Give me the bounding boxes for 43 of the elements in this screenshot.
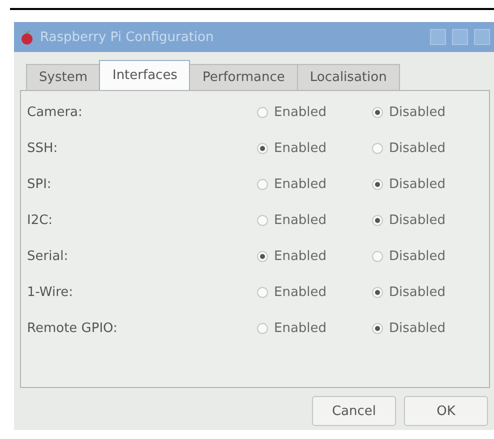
setting-label: Serial: xyxy=(26,248,70,264)
setting-label: 1-Wire: xyxy=(26,284,74,300)
setting-label: Remote GPIO: xyxy=(26,320,118,336)
radio-button[interactable] xyxy=(372,322,383,334)
radio-option[interactable]: Disabled xyxy=(372,140,489,156)
radio-button[interactable] xyxy=(257,214,268,226)
radio-button[interactable] xyxy=(372,286,383,298)
raspberry-icon xyxy=(20,29,34,45)
radio-button[interactable] xyxy=(257,286,268,298)
radio-option[interactable]: Enabled xyxy=(257,212,372,228)
setting-label: SSH: xyxy=(26,140,59,156)
radio-button[interactable] xyxy=(257,250,268,262)
radio-option[interactable]: Enabled xyxy=(257,284,372,300)
radio-button[interactable] xyxy=(372,214,383,226)
radio-option[interactable]: Disabled xyxy=(372,320,489,336)
tab[interactable]: System xyxy=(26,64,100,90)
dialog-button[interactable]: OK xyxy=(404,396,488,426)
radio-option[interactable]: Enabled xyxy=(257,140,372,156)
radio-button[interactable] xyxy=(372,106,383,118)
radio-button[interactable] xyxy=(257,178,268,190)
radio-option[interactable]: Disabled xyxy=(372,176,489,192)
radio-option[interactable]: Disabled xyxy=(372,248,489,264)
tab[interactable]: Localisation xyxy=(296,64,400,90)
tab[interactable]: Interfaces xyxy=(99,60,190,90)
radio-button[interactable] xyxy=(372,178,383,190)
radio-option[interactable]: Enabled xyxy=(257,248,372,264)
radio-option[interactable]: Disabled xyxy=(372,212,489,228)
radio-button[interactable] xyxy=(257,142,268,154)
radio-option[interactable]: Enabled xyxy=(257,320,372,336)
radio-button[interactable] xyxy=(372,250,383,262)
radio-option[interactable]: Disabled xyxy=(372,104,489,120)
radio-option[interactable]: Disabled xyxy=(372,284,489,300)
setting-label: I2C: xyxy=(26,212,54,228)
radio-option[interactable]: Enabled xyxy=(257,176,372,192)
setting-label: Camera: xyxy=(26,104,84,120)
radio-button[interactable] xyxy=(372,142,383,154)
radio-option[interactable]: Enabled xyxy=(257,104,372,120)
radio-button[interactable] xyxy=(257,322,268,334)
setting-label: SPI: xyxy=(26,176,52,192)
tab[interactable]: Performance xyxy=(189,64,298,90)
radio-button[interactable] xyxy=(257,106,268,118)
dialog-button[interactable]: Cancel xyxy=(312,396,396,426)
window-title: Raspberry Pi Configuration xyxy=(40,30,215,44)
